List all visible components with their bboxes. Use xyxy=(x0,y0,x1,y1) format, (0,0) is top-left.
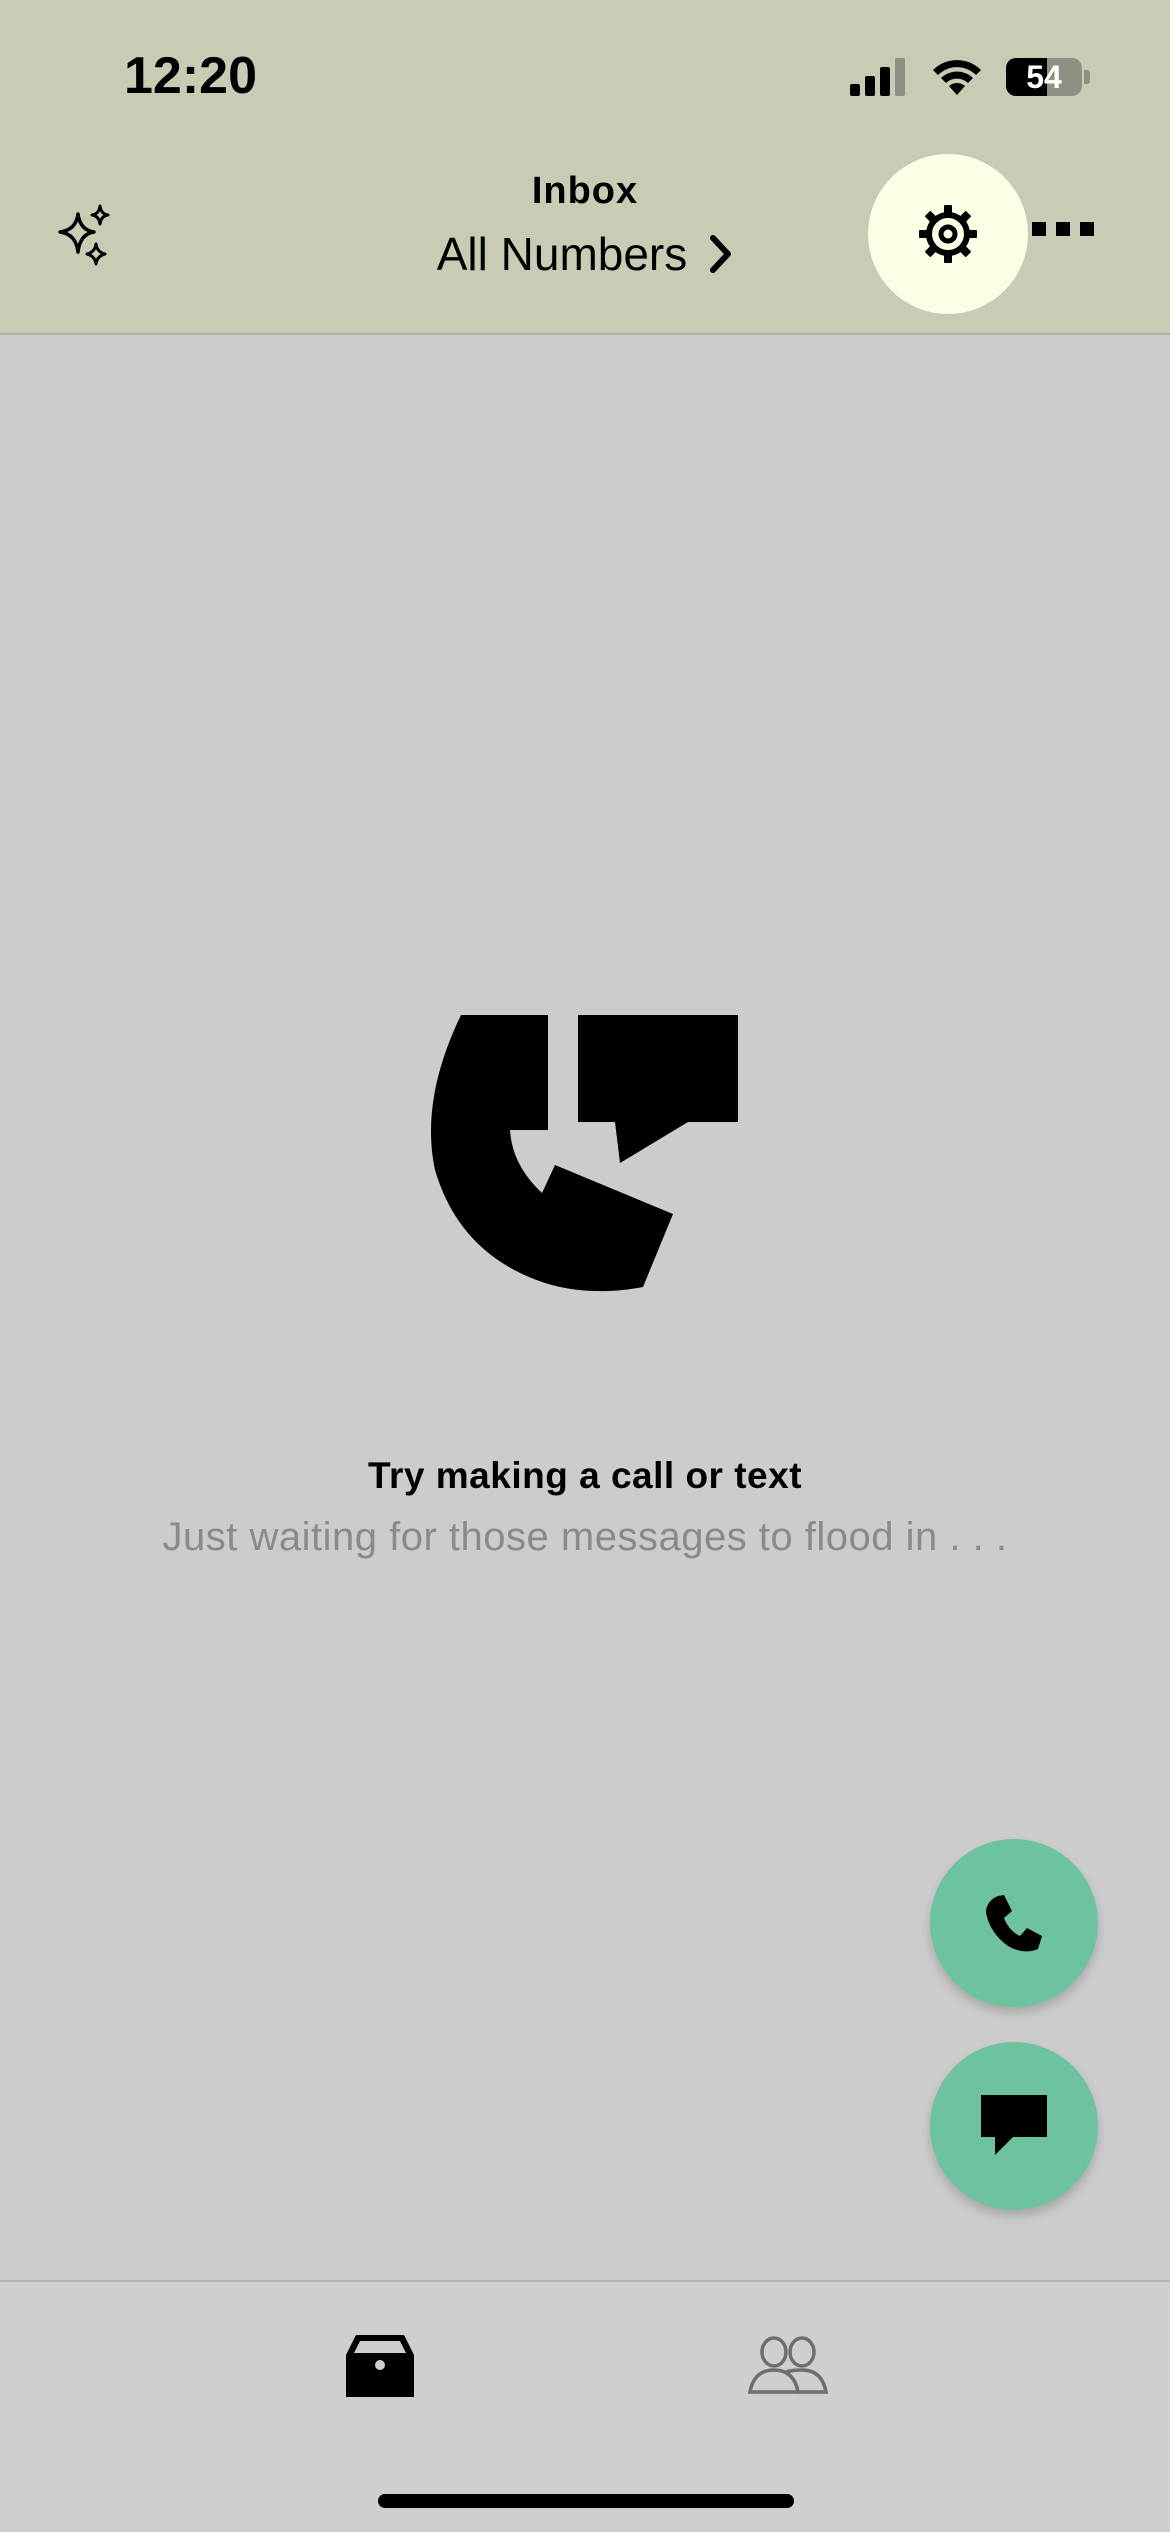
chevron-right-icon xyxy=(710,235,732,273)
number-selector-label: All Numbers xyxy=(436,228,688,280)
battery-tip xyxy=(1084,70,1090,84)
wifi-icon xyxy=(933,60,981,95)
battery-level: 54 xyxy=(1026,58,1062,95)
contacts-icon xyxy=(747,2336,829,2394)
tab-bar xyxy=(0,2280,1170,2532)
more-icon-dot xyxy=(1080,222,1094,236)
settings-button[interactable] xyxy=(868,154,1028,314)
more-icon-dot xyxy=(1032,222,1046,236)
phone-message-logo-icon xyxy=(430,1015,738,1292)
more-icon-dot xyxy=(1056,222,1070,236)
empty-state-title: Try making a call or text xyxy=(367,1455,803,1496)
battery-icon: 54 xyxy=(1006,58,1082,96)
gear-icon xyxy=(919,205,977,263)
empty-state-subtitle: Just waiting for those messages to flood… xyxy=(162,1515,1008,1559)
tab-contacts[interactable] xyxy=(738,2326,838,2406)
status-time: 12:20 xyxy=(124,47,257,105)
phone-icon xyxy=(986,1895,1042,1952)
new-call-button[interactable] xyxy=(930,1839,1098,2007)
new-message-button[interactable] xyxy=(930,2042,1098,2210)
cellular-signal-icon xyxy=(850,58,905,96)
status-icons: 54 xyxy=(850,52,1090,102)
header: 12:20 54 Inbox All Numbers xyxy=(0,0,1170,335)
number-selector[interactable]: All Numbers xyxy=(437,227,734,281)
inbox-icon xyxy=(346,2335,414,2397)
message-icon xyxy=(981,2095,1047,2155)
home-indicator xyxy=(378,2494,794,2508)
more-button[interactable] xyxy=(1032,222,1094,236)
tab-inbox[interactable] xyxy=(330,2326,430,2406)
